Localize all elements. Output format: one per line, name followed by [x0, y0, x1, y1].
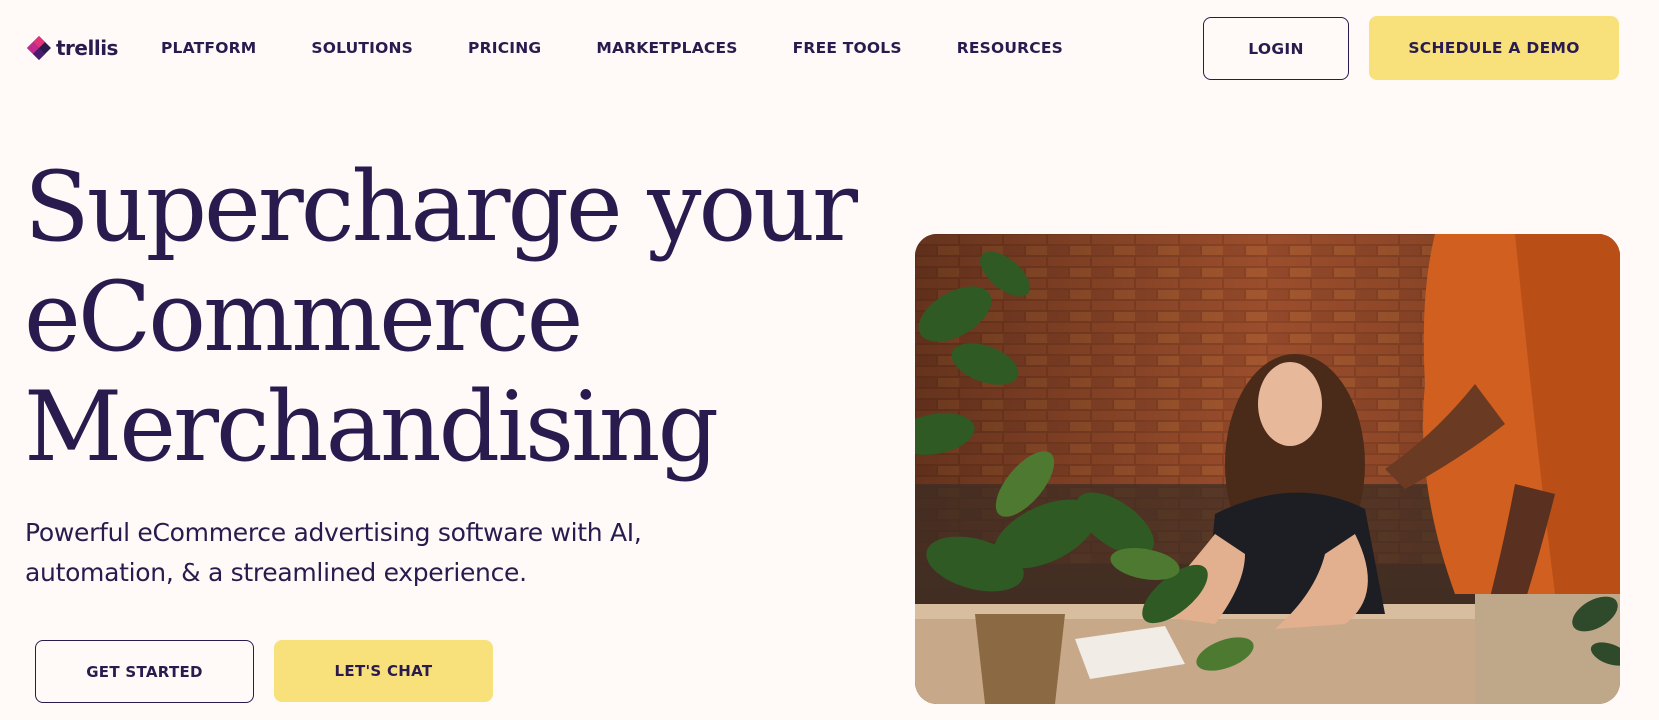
schedule-demo-button[interactable]: SCHEDULE A DEMO: [1369, 16, 1619, 80]
nav-free-tools[interactable]: FREE TOOLS: [793, 38, 902, 58]
logo-wordmark: trellis: [56, 36, 118, 60]
hero-subtitle-line-1: Powerful eCommerce advertising software …: [25, 518, 642, 547]
lets-chat-button[interactable]: LET'S CHAT: [274, 640, 493, 702]
top-navigation: trellis PLATFORM SOLUTIONS PRICING MARKE…: [0, 0, 1659, 96]
login-button[interactable]: LOGIN: [1203, 17, 1349, 80]
nav-platform[interactable]: PLATFORM: [161, 38, 256, 58]
get-started-button[interactable]: GET STARTED: [35, 640, 254, 703]
hero-photo: [915, 234, 1620, 704]
nav-resources[interactable]: RESOURCES: [957, 38, 1063, 58]
nav-pricing[interactable]: PRICING: [468, 38, 541, 58]
hero-title-line-3: Merchandising: [24, 371, 719, 483]
hero-photo-illustration: [915, 234, 1620, 704]
hero-title-line-1: Supercharge your: [24, 151, 858, 263]
trellis-logo[interactable]: trellis: [26, 34, 118, 62]
hero-subtitle-line-2: automation, & a streamlined experience.: [25, 558, 527, 587]
hero-title: Supercharge your eCommerce Merchandising: [24, 152, 884, 482]
hero-subtitle: Powerful eCommerce advertising software …: [25, 513, 665, 593]
nav-links: PLATFORM SOLUTIONS PRICING MARKETPLACES …: [161, 38, 1118, 58]
nav-solutions[interactable]: SOLUTIONS: [311, 38, 413, 58]
nav-marketplaces[interactable]: MARKETPLACES: [596, 38, 737, 58]
hero-title-line-2: eCommerce: [24, 261, 583, 373]
trellis-diamond-icon: [26, 35, 52, 61]
